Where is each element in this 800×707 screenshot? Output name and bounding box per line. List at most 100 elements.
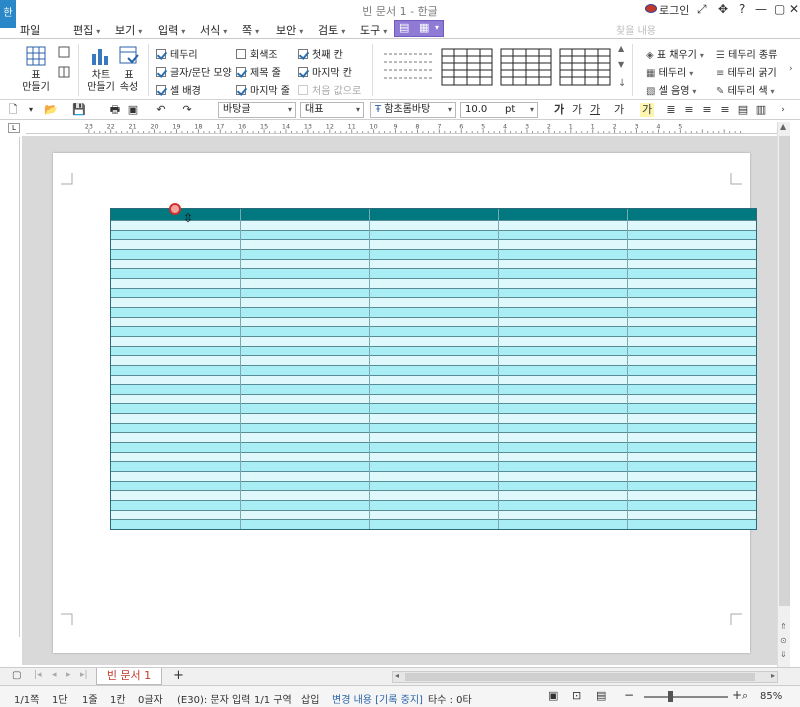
highlight-icon[interactable]: 가: [640, 103, 654, 117]
table-row[interactable]: [111, 432, 756, 443]
table-row[interactable]: [111, 248, 756, 259]
font-size-select[interactable]: 10.0 pt ▾: [460, 102, 538, 118]
restore-button[interactable]: ▢: [774, 2, 785, 16]
table-row[interactable]: [111, 277, 756, 288]
lang-group-select[interactable]: 대표 ▾: [300, 102, 364, 118]
table-column-divider[interactable]: [240, 209, 241, 529]
view-width-icon[interactable]: ⊡: [572, 689, 581, 702]
table-header-row[interactable]: [111, 209, 756, 220]
menu-tools[interactable]: 도구 ▾: [360, 22, 387, 38]
align-left-icon[interactable]: ≡: [682, 103, 696, 117]
check-last-col[interactable]: 마지막 칸: [298, 64, 352, 79]
menu-edit[interactable]: 편집 ▾: [73, 22, 100, 38]
print-icon[interactable]: 🖶: [108, 103, 122, 117]
check-last-row[interactable]: 마지막 줄: [236, 82, 290, 97]
font-shrink-icon[interactable]: 가: [570, 103, 584, 117]
table-row[interactable]: [111, 297, 756, 307]
login-avatar-icon[interactable]: [645, 4, 657, 13]
move-icon[interactable]: ✥: [718, 2, 728, 16]
style-expand-icon[interactable]: ↓: [618, 78, 626, 89]
underline-icon[interactable]: 가: [588, 103, 602, 117]
horizontal-ruler[interactable]: 23 22 21 20 19 18 17 16 15 14 13 12 11 10 9 8 7 6 5 4 3 2 1 1 2 3…: [26, 122, 786, 134]
border-type-button[interactable]: ☰ 테두리 종류: [716, 46, 777, 61]
zoom-slider-knob[interactable]: [668, 691, 673, 702]
preview-icon[interactable]: ▣: [126, 103, 140, 117]
scroll-thumb[interactable]: [779, 136, 790, 606]
table-style-grid-2[interactable]: [500, 48, 552, 86]
table-column-divider[interactable]: [498, 209, 499, 529]
table-split-icon[interactable]: [58, 66, 70, 78]
distribute-icon[interactable]: ▤: [736, 103, 750, 117]
table-row[interactable]: [111, 345, 756, 356]
table-row[interactable]: [111, 258, 756, 269]
tab-prev-icon[interactable]: ◂: [52, 670, 57, 680]
table-properties-icon[interactable]: [119, 46, 139, 66]
table-props-button[interactable]: 표 속성: [114, 70, 144, 94]
document-table[interactable]: [110, 208, 757, 530]
menu-file[interactable]: 파일: [20, 22, 40, 38]
table-row[interactable]: [111, 220, 756, 230]
table-make-button[interactable]: 표 만들기: [16, 70, 56, 94]
add-tab-button[interactable]: +: [173, 668, 184, 683]
table-row[interactable]: [111, 335, 756, 346]
table-row[interactable]: [111, 519, 756, 529]
tab-list-icon[interactable]: ▢: [12, 670, 21, 681]
align-right-icon[interactable]: ≡: [700, 103, 714, 117]
divide-icon[interactable]: ▥: [754, 103, 768, 117]
tab-first-icon[interactable]: |◂: [34, 670, 42, 680]
toolbar-more-icon[interactable]: ›: [776, 103, 790, 117]
table-row[interactable]: [111, 500, 756, 510]
para-style-select[interactable]: 바탕글 ▾: [218, 102, 296, 118]
vertical-ruler[interactable]: [8, 137, 20, 637]
table-row[interactable]: [111, 393, 756, 404]
minimize-button[interactable]: —: [755, 2, 767, 16]
table-row[interactable]: [111, 471, 756, 481]
menu-review[interactable]: 검토 ▾: [318, 22, 345, 38]
fullscreen-icon[interactable]: ⤢: [697, 2, 707, 17]
align-justify-icon[interactable]: ≣: [664, 103, 678, 117]
menu-format[interactable]: 서식 ▾: [200, 22, 227, 38]
strike-icon[interactable]: 가: [612, 103, 626, 117]
check-border[interactable]: 테두리: [156, 46, 198, 61]
document-canvas[interactable]: ⇳: [22, 136, 777, 665]
check-first-col[interactable]: 첫째 칸: [298, 46, 343, 61]
border-button[interactable]: ▦ 테두리 ▾: [646, 64, 693, 79]
table-row[interactable]: [111, 229, 756, 240]
check-grayscale[interactable]: 회색조: [236, 46, 278, 61]
zoom-slider[interactable]: [644, 696, 728, 698]
view-page-icon[interactable]: ▣: [548, 689, 558, 702]
check-char-para-style[interactable]: 글자/문단 모양: [156, 64, 232, 79]
status-insert-mode[interactable]: 삽입: [301, 691, 319, 706]
vertical-scrollbar[interactable]: ▲ ⇑ ⊙ ⇓: [777, 122, 790, 667]
align-center-icon[interactable]: ≡: [718, 103, 732, 117]
table-grid-icon[interactable]: [26, 46, 46, 66]
table-row[interactable]: [111, 451, 756, 462]
table-style-grid-1[interactable]: [441, 48, 493, 86]
check-header-row[interactable]: 제목 줄: [236, 64, 281, 79]
table-row[interactable]: [111, 413, 756, 423]
menu-page[interactable]: 쪽 ▾: [242, 22, 259, 38]
zoom-in-icon[interactable]: +: [732, 688, 742, 702]
close-button[interactable]: ✕: [789, 2, 799, 16]
table-row[interactable]: [111, 326, 756, 336]
zoom-out-icon[interactable]: −: [624, 688, 634, 702]
border-width-button[interactable]: ≡ 테두리 굵기: [716, 64, 777, 79]
view-full-icon[interactable]: ▤: [596, 689, 606, 702]
table-row[interactable]: [111, 364, 756, 375]
reset-to-default[interactable]: 처음 값으로: [298, 82, 361, 97]
undo-icon[interactable]: ↶: [154, 103, 168, 117]
table-row[interactable]: [111, 442, 756, 452]
help-icon[interactable]: ?: [739, 2, 745, 16]
search-input[interactable]: 찾을 내용: [616, 22, 786, 37]
menu-insert[interactable]: 입력 ▾: [158, 22, 185, 38]
bar-chart-icon[interactable]: [90, 46, 110, 66]
table-row[interactable]: [111, 374, 756, 385]
table-row[interactable]: [111, 480, 756, 491]
horizontal-scrollbar[interactable]: ◂ ▸: [392, 671, 778, 683]
table-row[interactable]: [111, 355, 756, 365]
table-style-dashed[interactable]: [382, 48, 434, 86]
tab-last-icon[interactable]: ▸|: [80, 670, 88, 680]
table-row[interactable]: [111, 422, 756, 433]
font-grow-icon[interactable]: 가: [552, 103, 566, 117]
new-doc-dropdown-icon[interactable]: ▾: [24, 103, 38, 117]
